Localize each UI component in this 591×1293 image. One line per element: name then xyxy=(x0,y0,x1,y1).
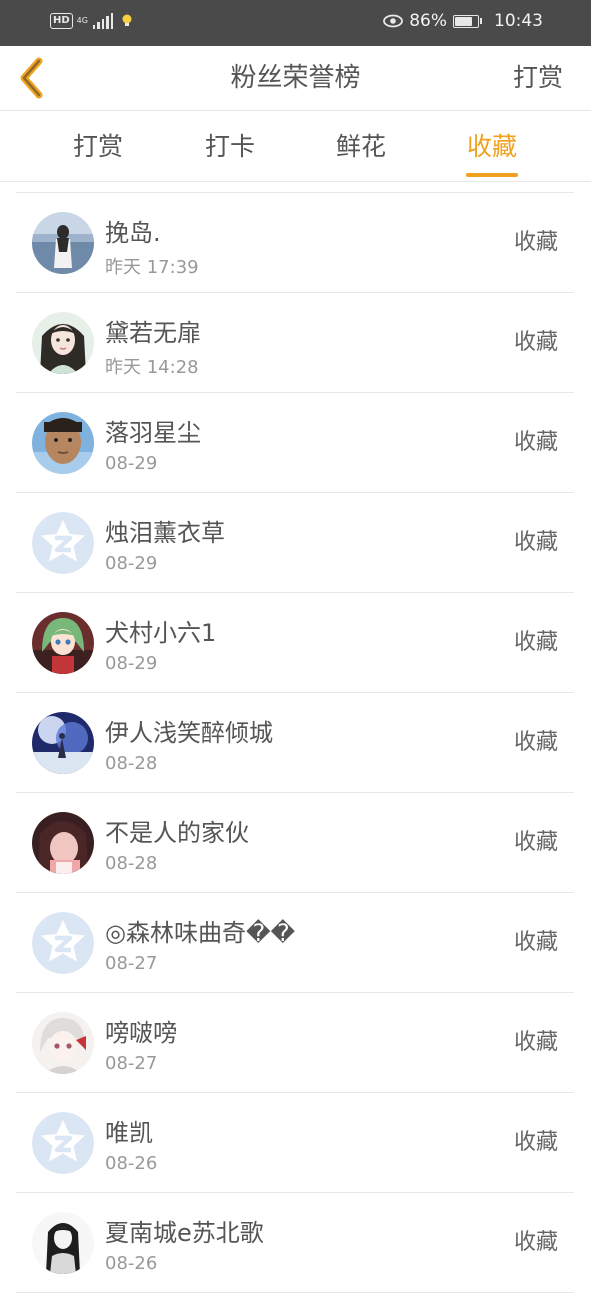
favorite-label: 收藏 xyxy=(513,230,558,255)
avatar[interactable] xyxy=(32,1012,94,1074)
list-item[interactable]: 烛泪薰衣草 08-29 收藏 xyxy=(16,493,574,593)
fan-time: 08-26 xyxy=(105,1153,158,1174)
favorite-label: 收藏 xyxy=(513,1130,558,1155)
list-item[interactable]: 唯凯 08-26 收藏 xyxy=(16,1093,574,1193)
fan-name: 烛泪薰衣草 xyxy=(105,519,225,547)
eye-comfort-icon xyxy=(383,14,404,28)
fan-list: 挽岛. 昨天 17:39 收藏 黛若无扉 昨天 14:28 收藏 落羽星尘 08… xyxy=(16,192,574,1293)
fan-name: 挽岛. xyxy=(105,219,161,247)
favorite-label: 收藏 xyxy=(513,830,558,855)
list-item[interactable]: 黛若无扉 昨天 14:28 收藏 xyxy=(16,293,574,393)
tab-label: 收藏 xyxy=(466,132,517,161)
fan-name: 犬村小六1 xyxy=(105,619,217,647)
avatar[interactable] xyxy=(32,312,94,374)
avatar[interactable] xyxy=(32,412,94,474)
signal-icon xyxy=(92,13,114,29)
default-avatar-icon[interactable] xyxy=(32,512,94,574)
tab-checkin[interactable]: 打卡 xyxy=(180,111,280,181)
fan-name: 黛若无扉 xyxy=(105,319,201,347)
active-tab-indicator xyxy=(466,173,518,177)
battery-icon xyxy=(453,14,482,28)
fan-time: 08-29 xyxy=(105,653,158,674)
list-item[interactable]: 挽岛. 昨天 17:39 收藏 xyxy=(16,193,574,293)
avatar[interactable] xyxy=(32,812,94,874)
tab-label: 打赏 xyxy=(72,132,123,161)
battery-percent: 86% xyxy=(409,11,447,31)
favorite-label: 收藏 xyxy=(513,430,558,455)
tab-flowers[interactable]: 鲜花 xyxy=(311,111,411,181)
favorite-label: 收藏 xyxy=(513,1030,558,1055)
tab-reward[interactable]: 打赏 xyxy=(48,111,148,181)
avatar[interactable] xyxy=(32,1212,94,1274)
favorite-label: 收藏 xyxy=(513,930,558,955)
list-item[interactable]: 伊人浅笑醉倾城 08-28 收藏 xyxy=(16,693,574,793)
reward-button[interactable]: 打赏 xyxy=(513,46,563,110)
hd-badge: HD xyxy=(50,13,73,29)
tab-favorites[interactable]: 收藏 xyxy=(442,111,542,181)
list-item[interactable]: 夏南城e苏北歌 08-26 收藏 xyxy=(16,1193,574,1293)
avatar[interactable] xyxy=(32,612,94,674)
fan-name: ◎森林味曲奇�� xyxy=(105,919,296,947)
favorite-label: 收藏 xyxy=(513,730,558,755)
list-item[interactable]: 嗙啵嗙 08-27 收藏 xyxy=(16,993,574,1093)
favorite-label: 收藏 xyxy=(513,630,558,655)
status-right-icons: 86% 10:43 xyxy=(383,11,543,31)
tab-label: 打卡 xyxy=(204,132,255,161)
list-item[interactable]: ◎森林味曲奇�� 08-27 收藏 xyxy=(16,893,574,993)
fan-time: 08-28 xyxy=(105,853,158,874)
status-bar: HD 4G 86% 10:43 xyxy=(0,0,591,46)
page-title: 粉丝荣誉榜 xyxy=(230,63,361,93)
fan-name: 伊人浅笑醉倾城 xyxy=(105,719,273,747)
avatar[interactable] xyxy=(32,712,94,774)
notification-bulb-icon xyxy=(122,14,132,26)
network-type: 4G xyxy=(76,16,88,25)
tab-label: 鲜花 xyxy=(335,132,386,161)
fan-time: 08-29 xyxy=(105,553,158,574)
avatar[interactable] xyxy=(32,212,94,274)
fan-time: 08-27 xyxy=(105,953,158,974)
fan-time: 08-29 xyxy=(105,453,158,474)
favorite-label: 收藏 xyxy=(513,330,558,355)
fan-name: 嗙啵嗙 xyxy=(105,1019,177,1047)
default-avatar-icon[interactable] xyxy=(32,1112,94,1174)
fan-name: 落羽星尘 xyxy=(105,419,201,447)
favorite-label: 收藏 xyxy=(513,530,558,555)
fan-time: 08-26 xyxy=(105,1253,158,1274)
list-item[interactable]: 落羽星尘 08-29 收藏 xyxy=(16,393,574,493)
list-item[interactable]: 不是人的家伙 08-28 收藏 xyxy=(16,793,574,893)
tab-bar: 打赏 打卡 鲜花 收藏 xyxy=(0,111,591,182)
fan-name: 不是人的家伙 xyxy=(105,819,249,847)
favorite-label: 收藏 xyxy=(513,1230,558,1255)
fan-time: 昨天 14:28 xyxy=(105,357,199,378)
fan-name: 唯凯 xyxy=(105,1119,153,1147)
fan-time: 昨天 17:39 xyxy=(105,257,199,278)
fan-time: 08-28 xyxy=(105,753,158,774)
list-item[interactable]: 犬村小六1 08-29 收藏 xyxy=(16,593,574,693)
status-time: 10:43 xyxy=(494,11,543,31)
default-avatar-icon[interactable] xyxy=(32,912,94,974)
status-left-icons: HD 4G xyxy=(50,13,133,29)
fan-time: 08-27 xyxy=(105,1053,158,1074)
header: 粉丝荣誉榜 打赏 xyxy=(0,46,591,111)
fan-name: 夏南城e苏北歌 xyxy=(105,1219,264,1247)
